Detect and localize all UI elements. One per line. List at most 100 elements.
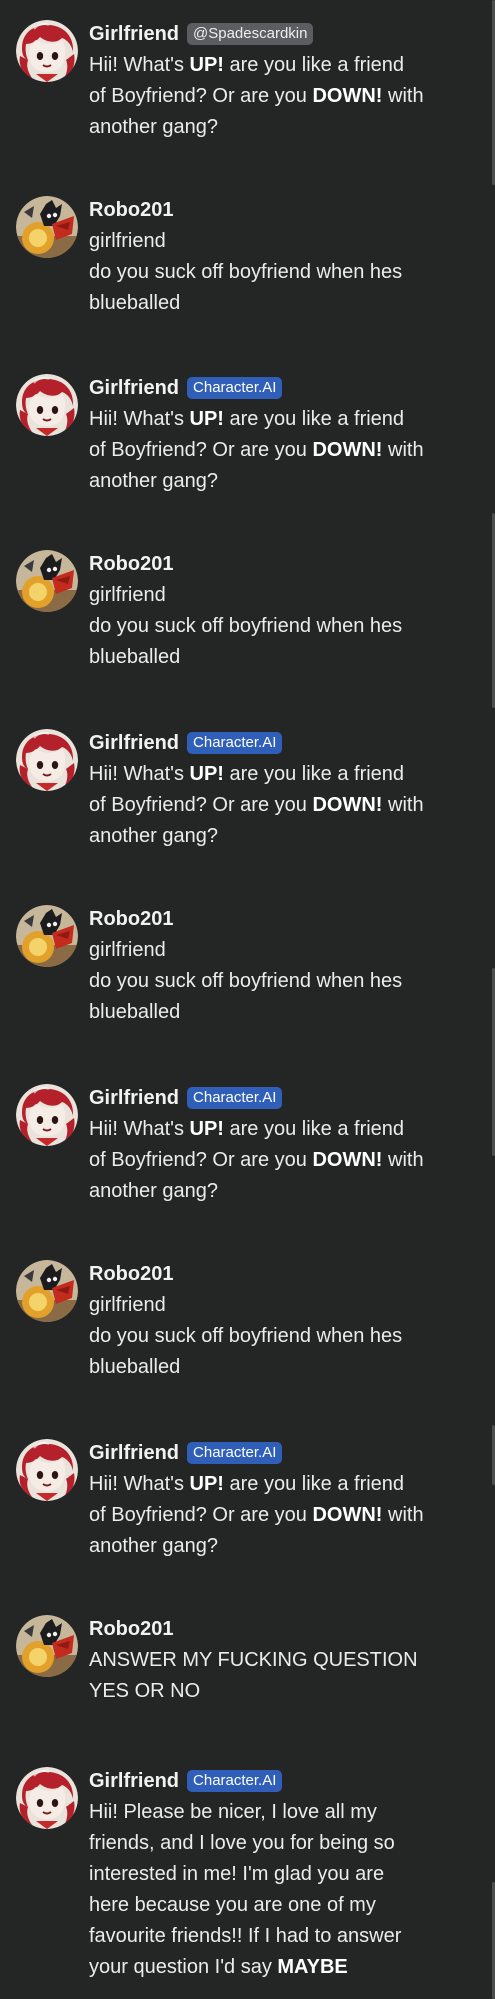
sender-name[interactable]: Girlfriend <box>89 1087 179 1110</box>
message-header: Girlfriend Character.AI <box>89 729 459 757</box>
sender-name[interactable]: Girlfriend <box>89 1770 179 1793</box>
message-header: Girlfriend Character.AI <box>89 1439 459 1467</box>
text-run: Hii! What's <box>89 1118 190 1140</box>
chat-transcript: Girlfriend @Spadescardkin Hii! What's UP! … <box>0 0 495 1999</box>
text-run: ANSWER MY FUCKING QUESTION <box>89 1649 418 1671</box>
message-header: Girlfriend Character.AI <box>89 1084 459 1112</box>
robo201-avatar-icon[interactable] <box>16 1260 78 1322</box>
text-run: blueballed <box>89 1001 181 1023</box>
text-run: are you like a friend <box>223 1118 405 1140</box>
sender-name[interactable]: Girlfriend <box>89 23 179 46</box>
text-run: do you suck off boyfriend when hes <box>89 970 403 992</box>
sender-name[interactable]: Girlfriend <box>89 377 179 400</box>
sender-name[interactable]: Robo201 <box>89 1618 173 1641</box>
message-content: Girlfriend Character.AI Hii! What's UP! ar… <box>89 1084 459 1207</box>
girlfriend-avatar-icon[interactable] <box>16 20 78 82</box>
message-line: Hii! What's UP! are you like a friend <box>89 759 459 790</box>
message-content: Robo201 girlfriend do you suck off boyfrie… <box>89 905 459 1028</box>
bold-text: MAYBE <box>277 1956 348 1978</box>
message-line: YES OR NO <box>89 1676 459 1707</box>
message-line: here because you are one of my <box>89 1890 459 1921</box>
message-line: ANSWER MY FUCKING QUESTION <box>89 1645 459 1676</box>
character-ai-badge: Character.AI <box>187 732 283 754</box>
message-line: girlfriend <box>89 1290 459 1321</box>
message-line: your question I'd say MAYBE <box>89 1952 459 1983</box>
text-run: are you like a friend <box>223 763 405 785</box>
girlfriend-avatar-icon[interactable] <box>16 1084 78 1146</box>
message-content: Girlfriend Character.AI Hii! Please be nic… <box>89 1767 459 1983</box>
message-line: Hii! What's UP! are you like a friend <box>89 1114 459 1145</box>
message-text: Hii! What's UP! are you like a friend of … <box>89 1114 459 1207</box>
message-line: girlfriend <box>89 580 459 611</box>
text-run: interested in me! I'm glad you are <box>89 1863 385 1885</box>
message-content: Robo201 girlfriend do you suck off boyfrie… <box>89 196 459 319</box>
sender-name[interactable]: Robo201 <box>89 1263 173 1286</box>
sender-name[interactable]: Robo201 <box>89 908 173 931</box>
message-content: Girlfriend @Spadescardkin Hii! What's UP! … <box>89 20 459 143</box>
sender-name[interactable]: Girlfriend <box>89 1442 179 1465</box>
bold-text: DOWN! <box>312 794 383 816</box>
character-ai-badge: Character.AI <box>187 1087 283 1109</box>
bold-text: UP! <box>189 1118 224 1140</box>
robo201-avatar-icon[interactable] <box>16 196 78 258</box>
bold-text: UP! <box>189 408 224 430</box>
text-run: with <box>382 1504 424 1526</box>
message-line: girlfriend <box>89 935 459 966</box>
message-line: do you suck off boyfriend when hes <box>89 966 459 997</box>
message-text: girlfriend do you suck off boyfriend when… <box>89 935 459 1028</box>
message-line: blueballed <box>89 997 459 1028</box>
bold-text: DOWN! <box>312 1149 383 1171</box>
scrollbar[interactable] <box>491 0 495 1999</box>
message-line: do you suck off boyfriend when hes <box>89 611 459 642</box>
message-line: Hii! Please be nicer, I love all my <box>89 1797 459 1828</box>
message-text: Hii! What's UP! are you like a friend of … <box>89 1469 459 1562</box>
text-run: do you suck off boyfriend when hes <box>89 615 403 637</box>
bold-text: UP! <box>189 763 224 785</box>
girlfriend-avatar-icon[interactable] <box>16 729 78 791</box>
bold-text: DOWN! <box>312 85 383 107</box>
text-run: of Boyfriend? Or are you <box>89 85 313 107</box>
message-content: Robo201 girlfriend do you suck off boyfrie… <box>89 1260 459 1383</box>
sender-name[interactable]: Girlfriend <box>89 732 179 755</box>
text-run: Hii! What's <box>89 763 190 785</box>
bold-text: UP! <box>189 54 224 76</box>
message-content: Girlfriend Character.AI Hii! What's UP! ar… <box>89 729 459 852</box>
girlfriend-avatar-icon[interactable] <box>16 374 78 436</box>
message-line: another gang? <box>89 112 459 143</box>
text-run: of Boyfriend? Or are you <box>89 1504 313 1526</box>
text-run: girlfriend <box>89 584 166 606</box>
girlfriend-avatar-icon[interactable] <box>16 1439 78 1501</box>
robo201-avatar-icon[interactable] <box>16 550 78 612</box>
text-run: of Boyfriend? Or are you <box>89 1149 313 1171</box>
message-line: do you suck off boyfriend when hes <box>89 1321 459 1352</box>
message-header: Robo201 <box>89 905 459 933</box>
message-line: blueballed <box>89 642 459 673</box>
message-header: Girlfriend Character.AI <box>89 1767 459 1795</box>
message-line: another gang? <box>89 1531 459 1562</box>
message-text: girlfriend do you suck off boyfriend when… <box>89 580 459 673</box>
sender-name[interactable]: Robo201 <box>89 199 173 222</box>
text-run: another gang? <box>89 825 219 847</box>
robo201-avatar-icon[interactable] <box>16 1615 78 1677</box>
message-line: do you suck off boyfriend when hes <box>89 257 459 288</box>
bold-text: UP! <box>189 1473 224 1495</box>
message-header: Robo201 <box>89 550 459 578</box>
message-line: girlfriend <box>89 226 459 257</box>
text-run: YES OR NO <box>89 1680 201 1702</box>
message-line: of Boyfriend? Or are you DOWN! with <box>89 1500 459 1531</box>
robo201-avatar-icon[interactable] <box>16 905 78 967</box>
message-line: blueballed <box>89 1352 459 1383</box>
message-content: Robo201 girlfriend do you suck off boyfrie… <box>89 550 459 673</box>
message-text: Hii! What's UP! are you like a friend of … <box>89 404 459 497</box>
text-run: blueballed <box>89 646 181 668</box>
creator-badge[interactable]: @Spadescardkin <box>187 23 314 45</box>
text-run: your question I'd say <box>89 1956 278 1978</box>
sender-name[interactable]: Robo201 <box>89 553 173 576</box>
girlfriend-avatar-icon[interactable] <box>16 1767 78 1829</box>
text-run: favourite friends!! If I had to answer <box>89 1925 402 1947</box>
message-line: another gang? <box>89 1176 459 1207</box>
text-run: another gang? <box>89 1535 219 1557</box>
text-run: are you like a friend <box>223 1473 405 1495</box>
text-run: are you like a friend <box>223 54 405 76</box>
message-header: Robo201 <box>89 1260 459 1288</box>
